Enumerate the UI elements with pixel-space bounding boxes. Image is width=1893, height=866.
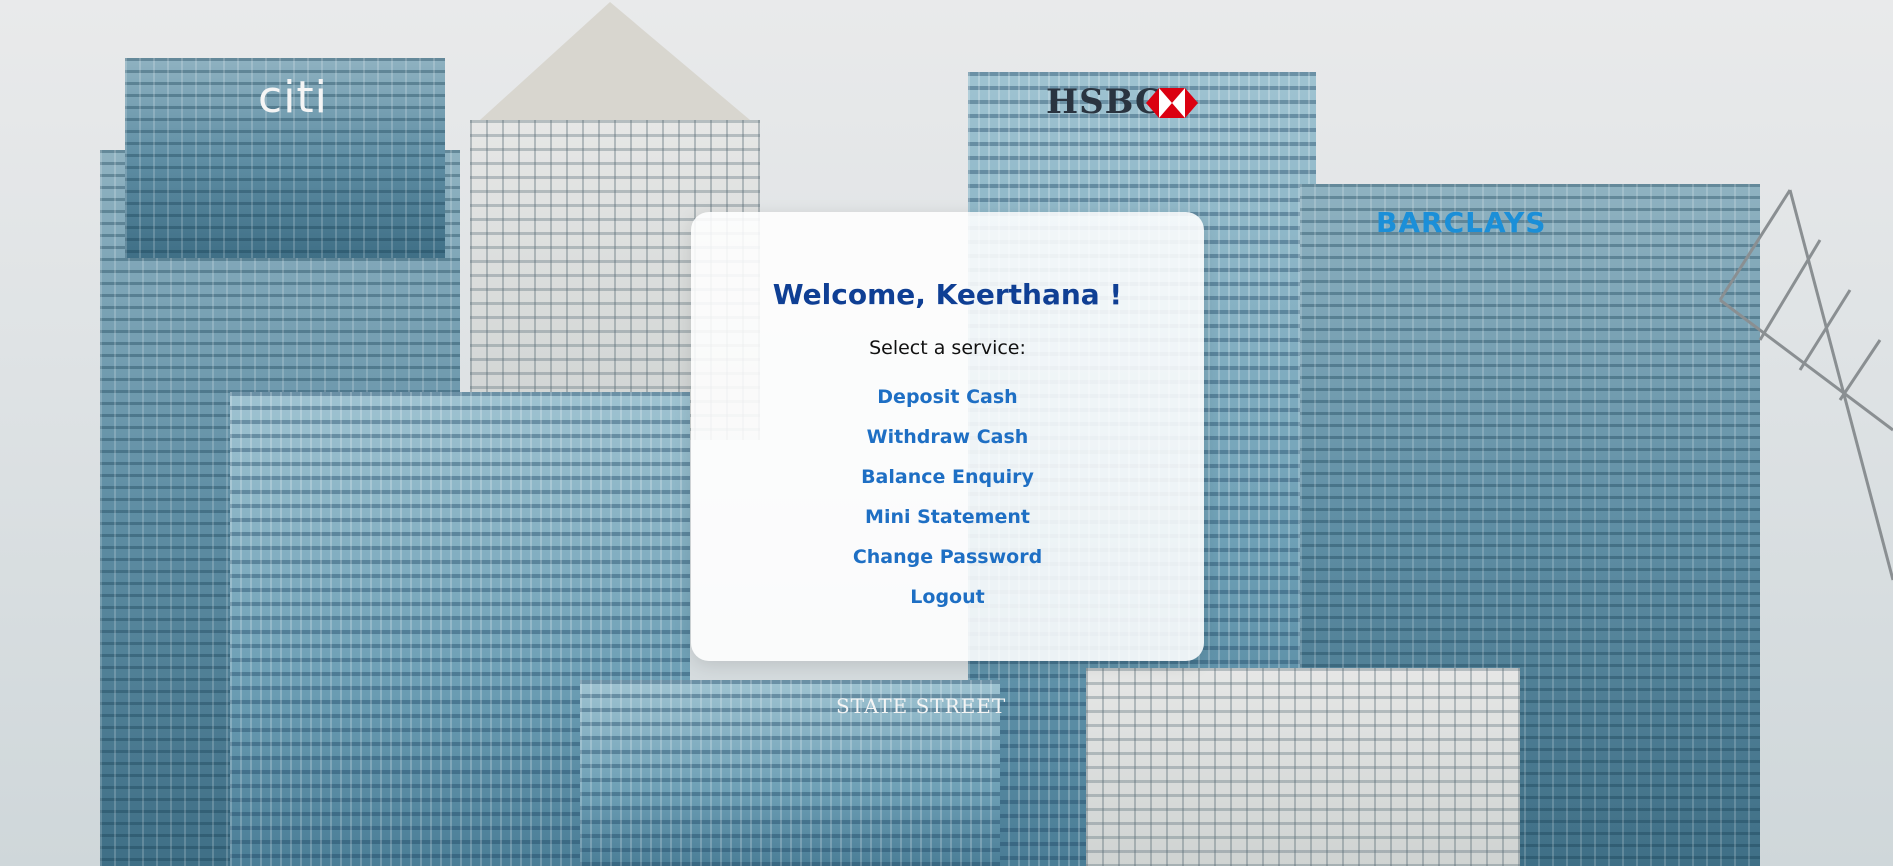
list-item: Logout <box>691 577 1204 617</box>
mini-statement-link[interactable]: Mini Statement <box>865 506 1030 528</box>
hsbc-hexagon-icon <box>1146 88 1198 118</box>
balance-enquiry-link[interactable]: Balance Enquiry <box>861 466 1034 488</box>
crane-structure <box>1718 189 1893 581</box>
logout-link[interactable]: Logout <box>910 586 984 608</box>
list-item: Change Password <box>691 537 1204 577</box>
service-list: Deposit Cash Withdraw Cash Balance Enqui… <box>691 377 1204 617</box>
skyline-tower <box>1086 668 1520 866</box>
withdraw-cash-link[interactable]: Withdraw Cash <box>867 426 1029 448</box>
list-item: Deposit Cash <box>691 377 1204 417</box>
change-password-link[interactable]: Change Password <box>853 546 1042 568</box>
brand-logo-barclays: BARCLAYS <box>1376 206 1547 239</box>
brand-logo-state-street: STATE STREET <box>836 694 1007 718</box>
select-service-prompt: Select a service: <box>869 337 1026 359</box>
brand-logo-citi: citi <box>258 72 328 123</box>
deposit-cash-link[interactable]: Deposit Cash <box>877 386 1017 408</box>
list-item: Balance Enquiry <box>691 457 1204 497</box>
pyramid-roof <box>480 2 750 120</box>
list-item: Withdraw Cash <box>691 417 1204 457</box>
service-menu-card: Welcome, Keerthana ! Select a service: D… <box>691 212 1204 661</box>
list-item: Mini Statement <box>691 497 1204 537</box>
welcome-heading: Welcome, Keerthana ! <box>772 278 1123 311</box>
